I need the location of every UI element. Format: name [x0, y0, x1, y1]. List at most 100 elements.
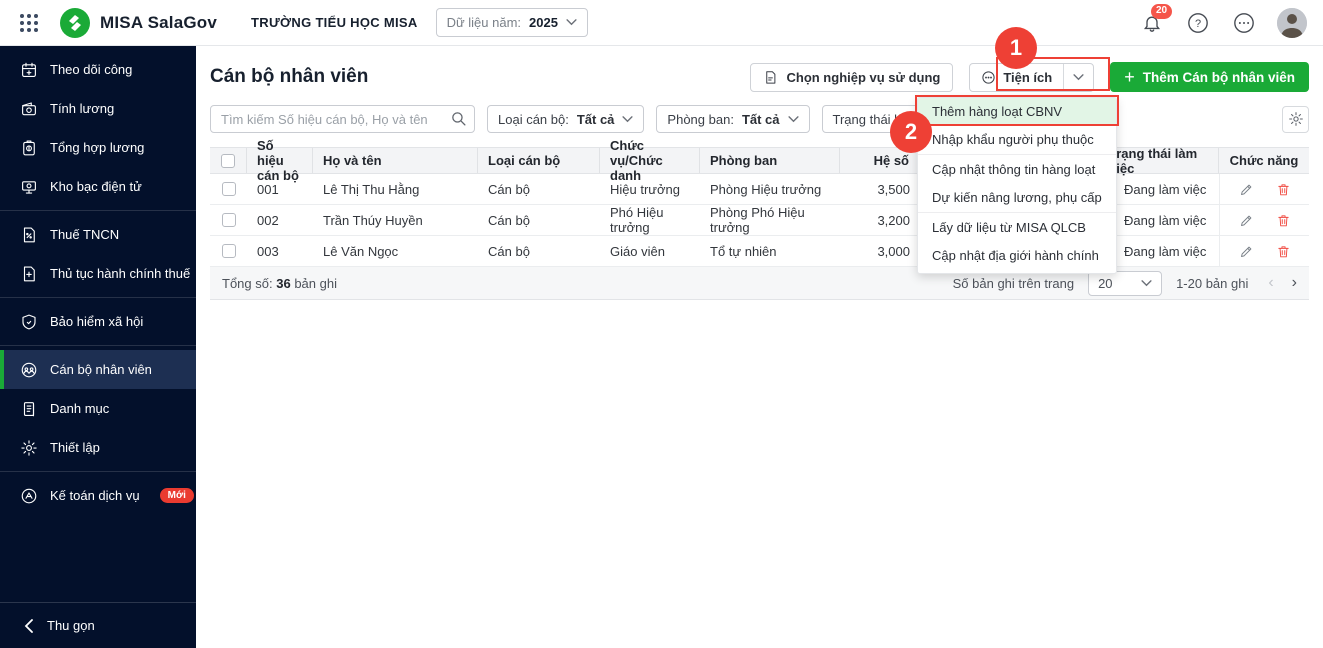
question-icon: ?: [1188, 12, 1208, 33]
header-position: Chức vụ/Chức danh: [600, 138, 700, 183]
utilities-dropdown-menu: Thêm hàng loạt CBNV Nhập khẩu người phụ …: [917, 97, 1117, 274]
table-header-row: Số hiệu cán bộ Họ và tên Loại cán bộ Chứ…: [210, 138, 1309, 183]
filter-status-select[interactable]: Trạng thái làm việc: [821, 105, 922, 133]
sidebar-item-danh-muc[interactable]: Danh mục: [0, 389, 196, 428]
row-checkbox[interactable]: [221, 182, 236, 196]
edit-icon[interactable]: [1239, 182, 1254, 197]
sidebar-item-tong-hop-luong[interactable]: Tổng hợp lương: [0, 128, 196, 167]
chevron-left-icon: [24, 618, 33, 633]
table-footer: Tổng số: 36 bản ghi Số bản ghi trên tran…: [210, 267, 1309, 300]
total-label: Tổng số:: [222, 275, 273, 291]
sidebar-item-thiet-lap[interactable]: Thiết lập: [0, 428, 196, 467]
user-avatar[interactable]: [1277, 7, 1307, 38]
cell-coefficient: 3,500: [877, 181, 910, 197]
cell-coefficient: 3,000: [877, 243, 910, 259]
sidebar-item-thue-tncn[interactable]: Thuế TNCN: [0, 215, 196, 254]
sidebar-item-theo-doi-cong[interactable]: Theo dõi công: [0, 50, 196, 89]
cell-code: 002: [257, 212, 279, 228]
add-employee-label: Thêm Cán bộ nhân viên: [1142, 69, 1295, 85]
header-type: Loại cán bộ: [478, 148, 600, 173]
svg-text:?: ?: [1195, 18, 1201, 30]
accounting-service-icon: [21, 488, 37, 503]
sidebar-item-label: Cán bộ nhân viên: [50, 362, 152, 377]
sidebar-item-label: Thuế TNCN: [50, 227, 120, 242]
page-title: Cán bộ nhân viên: [210, 66, 369, 87]
delete-icon[interactable]: [1276, 244, 1291, 259]
column-settings-button[interactable]: [1282, 105, 1309, 133]
header-dept: Phòng ban: [700, 148, 840, 173]
category-icon: [23, 401, 35, 416]
document-check-icon: [766, 70, 776, 84]
sidebar-item-can-bo-nhan-vien[interactable]: Cán bộ nhân viên: [0, 350, 196, 389]
row-checkbox[interactable]: [221, 213, 236, 227]
clipboard-icon: [23, 140, 35, 155]
chevron-down-icon: [1073, 73, 1084, 80]
delete-icon[interactable]: [1276, 213, 1291, 228]
sidebar-item-label: Tổng hợp lương: [50, 140, 145, 155]
help-button[interactable]: ?: [1185, 10, 1211, 36]
header-name: Họ và tên: [313, 148, 478, 173]
tax-document-icon: [23, 227, 35, 242]
notifications-button[interactable]: 20: [1139, 3, 1173, 36]
search-input[interactable]: [210, 105, 475, 133]
toolbar: Chọn nghiệp vụ sử dụng Tiện ích + Thêm C…: [750, 62, 1309, 92]
menu-item-lay-du-lieu-tu-misa-qlcb[interactable]: Lấy dữ liệu từ MISA QLCB: [918, 214, 1116, 242]
add-employee-button[interactable]: + Thêm Cán bộ nhân viên: [1110, 62, 1309, 92]
filter-dept-select[interactable]: Phòng ban: Tất cả: [656, 105, 810, 133]
data-year-select[interactable]: Dữ liệu năm: 2025: [435, 8, 588, 37]
notification-count-badge: 20: [1151, 3, 1173, 19]
cell-code: 003: [257, 243, 279, 259]
sidebar-item-tinh-luong[interactable]: Tính lương: [0, 89, 196, 128]
sidebar-item-ke-toan-dich-vu[interactable]: Kế toán dịch vụ Mới: [0, 476, 196, 515]
menu-item-cap-nhat-dia-gioi-hanh-chinh[interactable]: Cập nhật địa giới hành chính: [918, 242, 1116, 270]
menu-item-them-hang-loat-cbnv[interactable]: Thêm hàng loạt CBNV: [918, 98, 1116, 126]
per-page-select[interactable]: 20: [1088, 270, 1163, 296]
delete-icon[interactable]: [1276, 182, 1291, 197]
filter-dept-value: Tất cả: [741, 111, 780, 127]
status-text: Đang làm việc: [1124, 212, 1207, 228]
menu-item-cap-nhat-thong-tin-hang-loat[interactable]: Cập nhật thông tin hàng loạt: [918, 156, 1116, 184]
calendar-icon: [22, 62, 36, 77]
row-checkbox[interactable]: [221, 244, 236, 258]
sidebar-collapse-button[interactable]: Thu gọn: [0, 602, 196, 648]
cell-code: 001: [257, 181, 279, 197]
sidebar-item-bao-hiem-xa-hoi[interactable]: Bảo hiểm xã hội: [0, 302, 196, 341]
edit-icon[interactable]: [1239, 213, 1254, 228]
sidebar-item-label: Bảo hiểm xã hội: [50, 314, 144, 329]
filter-type-value: Tất cả: [576, 111, 615, 127]
status-text: Đang làm việc: [1124, 181, 1207, 197]
misa-logo-icon: [60, 7, 90, 38]
grid-icon: [20, 13, 38, 32]
menu-divider: [918, 154, 1116, 155]
select-all-checkbox[interactable]: [221, 153, 235, 168]
menu-divider: [918, 212, 1116, 213]
cell-dept: Phòng Hiệu trưởng: [710, 181, 822, 197]
filter-type-label: Loại cán bộ:: [498, 111, 569, 127]
sidebar-item-label: Danh mục: [50, 401, 110, 416]
cell-status: Đang làm việc: [1099, 205, 1219, 235]
chevron-down-icon: [622, 115, 633, 122]
table-row: 002 Trần Thúy Huyền Cán bộ Phó Hiệu trưở…: [210, 205, 1309, 236]
filter-type-select[interactable]: Loại cán bộ: Tất cả: [487, 105, 645, 133]
more-button[interactable]: [1231, 10, 1257, 36]
wallet-icon: [22, 101, 36, 115]
utilities-caret-button[interactable]: [1063, 63, 1093, 91]
utilities-button[interactable]: Tiện ích: [970, 64, 1063, 91]
menu-item-du-kien-nang-luong-phu-cap[interactable]: Dự kiến nâng lương, phụ cấp: [918, 184, 1116, 212]
menu-item-nhap-khau-nguoi-phu-thuoc[interactable]: Nhập khẩu người phụ thuộc: [918, 126, 1116, 154]
header-actions: Chức năng: [1229, 153, 1299, 168]
per-page-label: Số bản ghi trên trang: [952, 275, 1075, 291]
range-label: 1-20 bản ghi: [1176, 275, 1249, 291]
new-badge: Mới: [159, 488, 194, 503]
topbar: MISA SalaGov TRƯỜNG TIỂU HỌC MISA Dữ liệ…: [0, 0, 1323, 46]
next-page-button[interactable]: ›: [1292, 274, 1297, 292]
app-grid-button[interactable]: [16, 10, 42, 36]
header-status: Trạng thái làm việc: [1099, 146, 1219, 176]
edit-icon[interactable]: [1239, 244, 1254, 259]
main-content: Cán bộ nhân viên Chọn nghiệp vụ sử dụng …: [196, 46, 1323, 648]
choose-business-button[interactable]: Chọn nghiệp vụ sử dụng: [750, 62, 954, 92]
sidebar-item-kho-bac-dien-tu[interactable]: Kho bạc điện tử: [0, 167, 196, 206]
shield-icon: [22, 314, 36, 329]
prev-page-button[interactable]: ‹: [1268, 274, 1273, 292]
sidebar-item-thu-tuc-hanh-chinh-thue[interactable]: Thủ tục hành chính thuế: [0, 254, 196, 293]
